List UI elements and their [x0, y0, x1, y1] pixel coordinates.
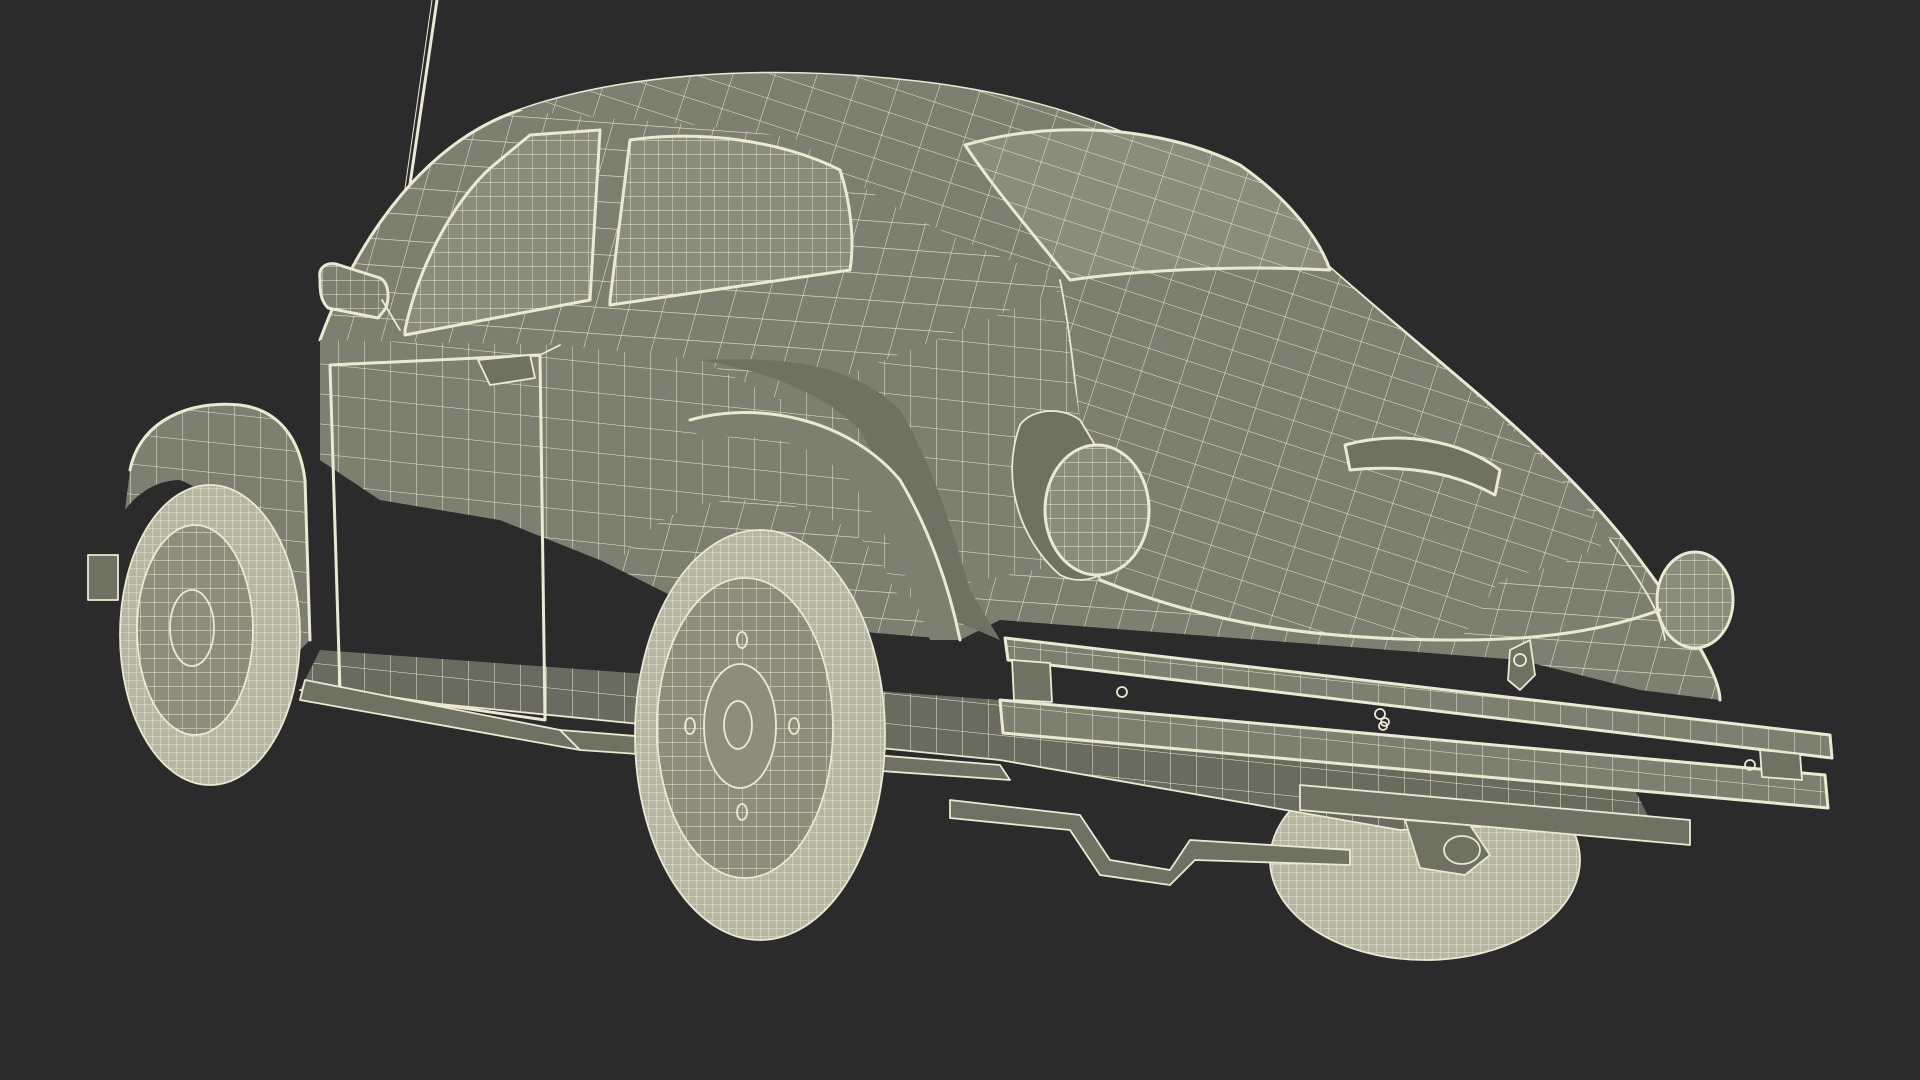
car-wireframe-render [87, 0, 1834, 961]
rear-left-wheel [634, 529, 886, 941]
render-viewport[interactable] [0, 0, 1920, 1080]
front-left-wheel [119, 484, 301, 786]
tail-light-right [1655, 550, 1735, 650]
